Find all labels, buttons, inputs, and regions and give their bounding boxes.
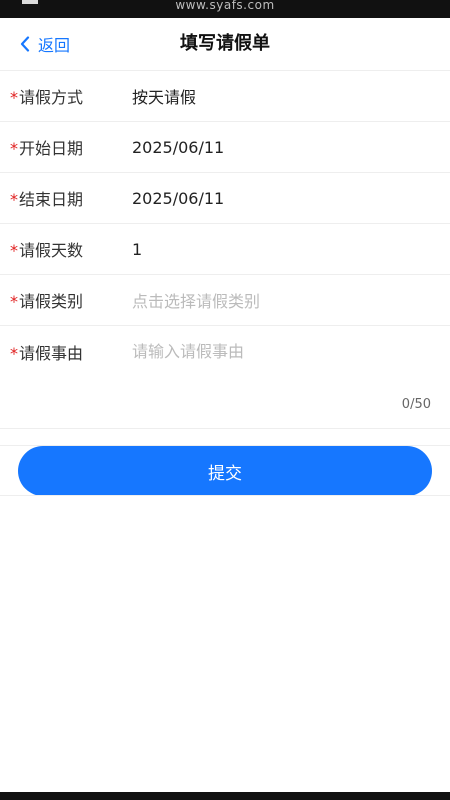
bottom-bar (0, 792, 450, 800)
leave-days-row: *请假天数 1 (0, 224, 450, 275)
end-date-label-wrap: *结束日期 (0, 186, 132, 210)
required-mark: * (10, 241, 18, 260)
leave-type-label-wrap: *请假类别 (0, 288, 132, 312)
bottom-divider (0, 495, 450, 496)
chevron-left-icon (20, 36, 30, 52)
leave-mode-value: 按天请假 (132, 88, 197, 107)
start-date-label: 开始日期 (19, 139, 84, 158)
leave-reason-input[interactable] (132, 338, 428, 398)
end-date-row[interactable]: *结束日期 2025/06/11 (0, 173, 450, 224)
leave-form: *请假方式 按天请假 *开始日期 2025/06/11 *结束日期 2025/0… (0, 71, 450, 446)
leave-mode-label-wrap: *请假方式 (0, 84, 132, 108)
leave-reason-label: 请假事由 (19, 344, 84, 363)
status-bar: www.syafs.com (0, 0, 450, 18)
leave-type-label: 请假类别 (19, 292, 84, 311)
leave-reason-row: *请假事由 0/50 (0, 326, 450, 429)
required-mark: * (10, 88, 18, 107)
start-date-label-wrap: *开始日期 (0, 135, 132, 159)
form-divider (0, 429, 450, 446)
start-date-row[interactable]: *开始日期 2025/06/11 (0, 122, 450, 173)
leave-days-value: 1 (132, 239, 143, 259)
leave-mode-label: 请假方式 (19, 88, 84, 107)
nav-bar: 返回 填写请假单 (0, 18, 450, 71)
leave-reason-label-wrap: *请假事由 (0, 340, 132, 364)
required-mark: * (10, 292, 18, 311)
leave-days-label: 请假天数 (19, 241, 84, 260)
back-button[interactable]: 返回 (20, 18, 70, 70)
start-date-value: 2025/06/11 (132, 137, 225, 157)
leave-mode-row[interactable]: *请假方式 按天请假 (0, 71, 450, 122)
leave-days-label-wrap: *请假天数 (0, 237, 132, 261)
char-counter: 0/50 (401, 397, 431, 412)
end-date-label: 结束日期 (19, 190, 84, 209)
submit-button[interactable]: 提交 (18, 446, 432, 496)
leave-type-row[interactable]: *请假类别 点击选择请假类别 (0, 275, 450, 326)
back-label: 返回 (38, 36, 71, 55)
leave-type-selector[interactable]: 点击选择请假类别 (132, 288, 260, 312)
required-mark: * (10, 139, 18, 158)
required-mark: * (10, 190, 18, 209)
required-mark: * (10, 344, 18, 363)
end-date-value: 2025/06/11 (132, 188, 225, 208)
watermark-text: www.syafs.com (175, 0, 275, 12)
